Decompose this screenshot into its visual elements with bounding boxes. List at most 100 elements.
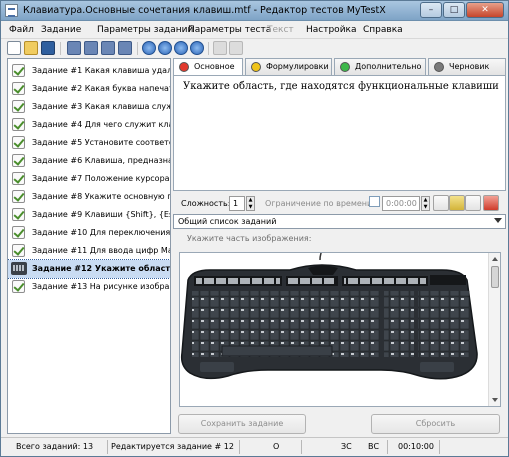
scroll-up-icon[interactable] xyxy=(492,257,498,261)
answer-prompt: Укажите часть изображения: xyxy=(187,234,312,243)
copy-icon[interactable] xyxy=(213,41,227,55)
tab-label: Формулировки xyxy=(266,62,329,71)
delete-icon[interactable] xyxy=(483,195,499,211)
yellow-dot-icon xyxy=(251,62,261,72)
first-icon[interactable] xyxy=(142,41,156,55)
task-item-9[interactable]: Задание #9 Клавиши {Shift}, {Esc}, { xyxy=(8,206,170,224)
time-field[interactable]: 0:00:00 xyxy=(382,196,420,211)
insert-task-icon[interactable] xyxy=(84,41,98,55)
question-text: Укажите область, где находятся функциона… xyxy=(183,81,499,92)
dropdown-value: Общий список заданий xyxy=(178,217,277,226)
save-icon[interactable] xyxy=(41,41,55,55)
difficulty-field[interactable]: 1 xyxy=(229,196,245,211)
check-icon xyxy=(12,226,25,239)
menu-settings[interactable]: Настройка xyxy=(306,25,357,35)
task-item-1[interactable]: Задание #1 Какая клавиша удаляет xyxy=(8,62,170,80)
check-icon xyxy=(12,154,25,167)
task-item-13[interactable]: Задание #13 На рисунке изображен xyxy=(8,278,170,296)
menu-task[interactable]: Задание xyxy=(41,25,81,35)
menu-text[interactable]: Текст xyxy=(267,25,294,35)
task-item-4[interactable]: Задание #4 Для чего служит клавиат xyxy=(8,116,170,134)
task-list[interactable]: Задание #1 Какая клавиша удаляет Задание… xyxy=(7,58,171,434)
scroll-thumb[interactable] xyxy=(491,266,499,288)
area-select-icon[interactable] xyxy=(449,195,465,211)
toolbar-separator xyxy=(137,42,138,55)
question-editor[interactable]: Укажите область, где находятся функциона… xyxy=(173,75,506,191)
paste-icon[interactable] xyxy=(229,41,243,55)
title-bar[interactable]: Клавиатура.Основные сочетания клавиш.mtf… xyxy=(1,1,508,21)
new-file-icon[interactable] xyxy=(7,41,21,55)
task-label: Задание #5 Установите соответстви xyxy=(32,138,170,147)
editor-tabs: Основное Формулировки Дополнительно Черн… xyxy=(173,58,506,76)
menu-file[interactable]: Файл xyxy=(9,25,34,35)
move-task-icon[interactable] xyxy=(118,41,132,55)
tab-additional[interactable]: Дополнительно xyxy=(334,58,426,75)
reset-button[interactable]: Сбросить xyxy=(371,414,500,434)
tab-main[interactable]: Основное xyxy=(173,58,243,76)
menu-test-params[interactable]: Параметры теста xyxy=(188,25,271,35)
chevron-down-icon[interactable] xyxy=(494,218,502,223)
tab-label: Дополнительно xyxy=(355,62,422,71)
task-item-11[interactable]: Задание #11 Для ввода цифр Маша у xyxy=(8,242,170,260)
delete-task-icon[interactable] xyxy=(101,41,115,55)
status-bar: Всего заданий: 13 Редактируется задание … xyxy=(1,437,508,456)
maximize-button[interactable]: □ xyxy=(443,2,465,18)
window-controls: – □ ✕ xyxy=(420,2,504,18)
close-button[interactable]: ✕ xyxy=(466,2,504,18)
task-label: Задание #10 Для переключения клав xyxy=(32,228,170,237)
task-item-10[interactable]: Задание #10 Для переключения клав xyxy=(8,224,170,242)
add-area-icon[interactable] xyxy=(465,195,481,211)
tab-label: Черновик xyxy=(449,62,490,71)
tab-label: Основное xyxy=(194,62,235,71)
image-icon[interactable] xyxy=(433,195,449,211)
time-limit-checkbox[interactable] xyxy=(369,196,380,207)
last-icon[interactable] xyxy=(190,41,204,55)
status-o: O xyxy=(273,442,280,451)
status-separator xyxy=(239,440,240,454)
task-item-8[interactable]: Задание #8 Укажите основную позиц xyxy=(8,188,170,206)
task-item-6[interactable]: Задание #6 Клавиша, предназначен xyxy=(8,152,170,170)
open-folder-icon[interactable] xyxy=(24,41,38,55)
task-properties: Сложность: 1 ▲ ▼ Ограничение по времени: … xyxy=(173,193,506,213)
green-dot-icon xyxy=(340,62,350,72)
status-separator xyxy=(439,440,440,454)
check-icon xyxy=(12,190,25,203)
difficulty-stepper[interactable]: ▲ ▼ xyxy=(246,196,255,211)
menu-bar: Файл Задание Параметры заданий Параметры… xyxy=(1,22,508,39)
status-zs: ЗС xyxy=(341,442,352,451)
task-item-2[interactable]: Задание #2 Какая буква напечатает xyxy=(8,80,170,98)
task-list-dropdown[interactable]: Общий список заданий xyxy=(173,214,506,229)
keyboard-image[interactable] xyxy=(180,253,490,406)
prev-icon[interactable] xyxy=(158,41,172,55)
vertical-scrollbar[interactable] xyxy=(488,253,500,406)
task-item-7[interactable]: Задание #7 Положение курсора в сло xyxy=(8,170,170,188)
task-label: Задание #9 Клавиши {Shift}, {Esc}, { xyxy=(32,210,170,219)
check-icon xyxy=(12,244,25,257)
task-label: Задание #2 Какая буква напечатает xyxy=(32,84,170,93)
task-label: Задание #7 Положение курсора в сло xyxy=(32,174,170,183)
image-panel[interactable] xyxy=(179,252,501,407)
toolbar xyxy=(1,40,508,57)
tab-draft[interactable]: Черновик xyxy=(428,58,506,75)
add-task-icon[interactable] xyxy=(67,41,81,55)
status-time: 00:10:00 xyxy=(398,442,434,451)
toolbar-separator xyxy=(60,42,61,55)
menu-help[interactable]: Справка xyxy=(363,25,403,35)
status-editing: Редактируется задание # 12 xyxy=(111,442,234,451)
minimize-button[interactable]: – xyxy=(420,2,442,18)
time-stepper[interactable]: ▲ ▼ xyxy=(421,196,430,211)
save-task-button[interactable]: Сохранить задание xyxy=(178,414,306,434)
scroll-down-icon[interactable] xyxy=(492,398,498,402)
tab-formulations[interactable]: Формулировки xyxy=(245,58,332,75)
status-vs: ВС xyxy=(368,442,380,451)
menu-task-params[interactable]: Параметры заданий xyxy=(97,25,193,35)
status-separator xyxy=(107,440,108,454)
window-title: Клавиатура.Основные сочетания клавиш.mtf… xyxy=(23,5,386,16)
task-item-12[interactable]: Задание #12 Укажите область, xyxy=(8,259,170,279)
task-item-5[interactable]: Задание #5 Установите соответстви xyxy=(8,134,170,152)
next-icon[interactable] xyxy=(174,41,188,55)
red-dot-icon xyxy=(179,62,189,72)
task-label: Задание #12 Укажите область, xyxy=(32,264,170,273)
app-window: Клавиатура.Основные сочетания клавиш.mtf… xyxy=(0,0,509,457)
task-item-3[interactable]: Задание #3 Какая клавиша служит д xyxy=(8,98,170,116)
